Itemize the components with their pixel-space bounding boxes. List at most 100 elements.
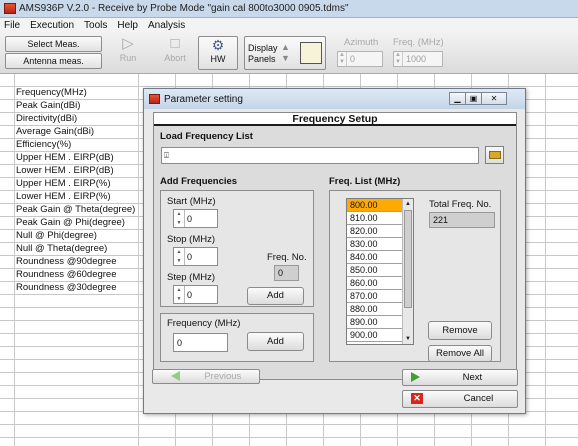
list-item[interactable]: 800.00 xyxy=(347,199,403,212)
panels-icon xyxy=(300,42,322,64)
row-label: Frequency(MHz) xyxy=(16,87,87,98)
frequency-setup-header: Frequency Setup xyxy=(154,113,516,126)
menu-bar: File Execution Tools Help Analysis xyxy=(0,18,578,32)
freq-list-scrollbar[interactable]: ▲ ▼ xyxy=(402,199,413,344)
frequency-input[interactable]: 0 xyxy=(173,333,228,352)
freq-input[interactable]: ▲ ▼ 1000 xyxy=(393,51,443,67)
folder-icon xyxy=(488,151,501,159)
freq-no-label: Freq. No. xyxy=(267,252,307,263)
row-label: Roundness @60degree xyxy=(16,269,117,280)
browse-folder-button[interactable] xyxy=(485,146,504,164)
row-label: Lower HEM . EIRP(dB) xyxy=(16,165,114,176)
freq-label: Freq. (MHz) xyxy=(393,37,444,48)
run-label: Run xyxy=(119,53,137,63)
path-icon: ⍗ xyxy=(164,151,169,160)
up-down-arrows-icon: ▲ ▼ xyxy=(281,42,290,63)
list-item[interactable]: 880.00 xyxy=(347,303,403,316)
app-icon xyxy=(4,3,16,14)
load-frequency-list-label: Load Frequency List xyxy=(160,131,253,142)
cancel-icon: ✕ xyxy=(411,392,423,404)
select-meas-button[interactable]: Select Meas. xyxy=(5,36,102,52)
row-label: Upper HEM . EIRP(%) xyxy=(16,178,111,189)
add-single-frequency-group: Frequency (MHz) 0 Add xyxy=(160,313,314,362)
freq-list-label: Freq. List (MHz) xyxy=(329,176,401,187)
menu-file[interactable]: File xyxy=(4,20,20,31)
step-input[interactable]: ▲ ▼ 0 xyxy=(173,285,218,304)
row-label: Lower HEM . EIRP(%) xyxy=(16,191,111,202)
stop-icon: □ xyxy=(170,35,180,52)
list-item[interactable]: 870.00 xyxy=(347,290,403,303)
row-label: Null @ Phi(degree) xyxy=(16,230,97,241)
abort-label: Abort xyxy=(164,53,186,63)
title-bar: AMS936P V.2.0 - Receive by Probe Mode "g… xyxy=(0,0,578,18)
row-label: Peak Gain(dBi) xyxy=(16,100,81,111)
previous-button[interactable]: Previous xyxy=(152,369,260,384)
list-item[interactable]: 820.00 xyxy=(347,225,403,238)
next-button[interactable]: Next xyxy=(402,369,518,386)
menu-analysis[interactable]: Analysis xyxy=(148,20,185,31)
scroll-up-icon[interactable]: ▲ xyxy=(403,199,413,209)
dialog-title: Parameter setting xyxy=(164,93,243,105)
step-label: Step (MHz) xyxy=(167,272,216,283)
play-icon: ▷ xyxy=(122,35,134,52)
hw-label: HW xyxy=(210,54,226,64)
list-item[interactable]: 890.00 xyxy=(347,316,403,329)
run-button[interactable]: ▷ Run xyxy=(110,35,146,71)
freq-list-group: 800.00 810.00 820.00 830.00 840.00 850.0… xyxy=(329,190,501,362)
stop-label: Stop (MHz) xyxy=(167,234,216,245)
row-label: Null @ Theta(degree) xyxy=(16,243,108,254)
display-label: Display xyxy=(248,43,278,53)
arrow-right-icon xyxy=(411,372,420,383)
row-label: Roundness @90degree xyxy=(16,256,117,267)
dialog-title-bar: Parameter setting ▁ ▣ ✕ xyxy=(144,89,525,109)
freq-no-value: 0 xyxy=(274,265,299,281)
list-item[interactable]: 830.00 xyxy=(347,238,403,251)
remove-all-button[interactable]: Remove All xyxy=(428,345,492,361)
scroll-down-icon[interactable]: ▼ xyxy=(403,334,413,344)
list-item[interactable]: 850.00 xyxy=(347,264,403,277)
row-label: Roundness @30degree xyxy=(16,282,117,293)
freq-list[interactable]: 800.00 810.00 820.00 830.00 840.00 850.0… xyxy=(346,198,414,345)
hw-button[interactable]: ⚙ HW xyxy=(198,36,238,70)
parameter-setting-dialog: Parameter setting ▁ ▣ ✕ Frequency Setup … xyxy=(143,88,526,414)
abort-button[interactable]: □ Abort xyxy=(157,35,193,71)
menu-execution[interactable]: Execution xyxy=(30,20,74,31)
add-range-button[interactable]: Add xyxy=(247,287,304,305)
frequency-setup-panel: Frequency Setup Load Frequency List ⍗ Ad… xyxy=(153,112,517,380)
menu-tools[interactable]: Tools xyxy=(84,20,107,31)
total-freq-no-value: 221 xyxy=(429,212,495,228)
cancel-button[interactable]: ✕ Cancel xyxy=(402,390,518,408)
azimuth-input[interactable]: ▲ ▼ 0 xyxy=(337,51,383,67)
add-frequency-button[interactable]: Add xyxy=(247,332,304,351)
minimize-icon[interactable]: ▁ xyxy=(449,92,466,105)
add-frequencies-label: Add Frequencies xyxy=(160,176,238,187)
row-label: Peak Gain @ Theta(degree) xyxy=(16,204,136,215)
maximize-icon[interactable]: ▣ xyxy=(465,92,482,105)
list-item[interactable]: 810.00 xyxy=(347,212,403,225)
list-item[interactable]: 900.00 xyxy=(347,329,403,342)
display-panels-button[interactable]: Display Panels ▲ ▼ xyxy=(244,36,326,70)
start-label: Start (MHz) xyxy=(167,196,216,207)
frequency-label: Frequency (MHz) xyxy=(167,318,241,329)
row-label: Average Gain(dBi) xyxy=(16,126,94,137)
row-label: Directivity(dBi) xyxy=(16,113,78,124)
toolbar: Select Meas. Antenna meas. ▷ Run □ Abort… xyxy=(0,32,578,74)
row-label: Upper HEM . EIRP(dB) xyxy=(16,152,114,163)
arrow-left-icon xyxy=(170,371,180,382)
start-input[interactable]: ▲ ▼ 0 xyxy=(173,209,218,228)
window-title: AMS936P V.2.0 - Receive by Probe Mode "g… xyxy=(19,3,349,14)
azimuth-label: Azimuth xyxy=(344,37,379,48)
row-label: Efficiency(%) xyxy=(16,139,72,150)
remove-button[interactable]: Remove xyxy=(428,321,492,340)
stop-input[interactable]: ▲ ▼ 0 xyxy=(173,247,218,266)
scroll-thumb[interactable] xyxy=(404,210,412,308)
list-item[interactable]: 860.00 xyxy=(347,277,403,290)
menu-help[interactable]: Help xyxy=(117,20,138,31)
antenna-meas-button[interactable]: Antenna meas. xyxy=(5,53,102,69)
hardware-icon: ⚙ xyxy=(211,37,225,53)
dialog-app-icon xyxy=(149,94,160,104)
close-icon[interactable]: ✕ xyxy=(481,92,507,105)
frequency-list-path-input[interactable]: ⍗ xyxy=(161,147,479,164)
panels-label: Panels xyxy=(248,54,276,64)
list-item[interactable]: 840.00 xyxy=(347,251,403,264)
